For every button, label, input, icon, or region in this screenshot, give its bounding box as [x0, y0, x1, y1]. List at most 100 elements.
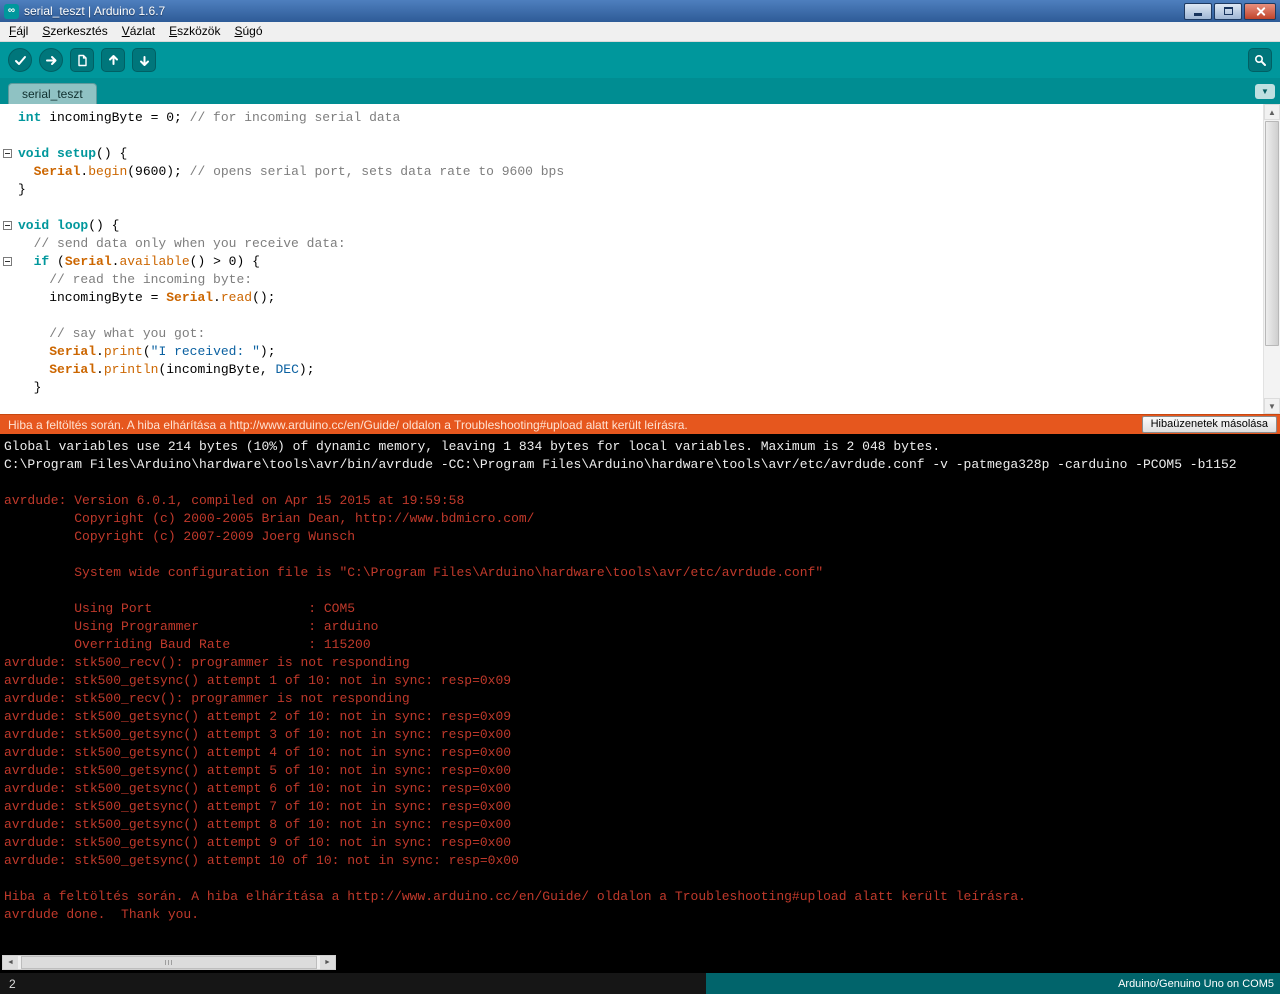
- status-bar: 2 Arduino/Genuino Uno on COM5: [0, 973, 1280, 994]
- code-line: // read the incoming byte:: [0, 271, 1263, 289]
- horizontal-scroll-thumb[interactable]: [21, 956, 317, 969]
- save-button[interactable]: [132, 48, 156, 72]
- console-line: C:\Program Files\Arduino\hardware\tools\…: [4, 457, 1237, 472]
- editor-gutter: [0, 253, 18, 271]
- open-button[interactable]: [101, 48, 125, 72]
- code-line: }: [0, 181, 1263, 199]
- upload-arrow-icon: [45, 55, 56, 65]
- code-line: [0, 307, 1263, 325]
- save-arrow-icon: [139, 55, 149, 66]
- console-line: avrdude: stk500_getsync() attempt 10 of …: [4, 853, 519, 868]
- editor-gutter: [0, 325, 18, 343]
- code-line: [0, 199, 1263, 217]
- editor-gutter: [0, 379, 18, 397]
- maximize-icon: [1223, 7, 1233, 15]
- editor-code-area[interactable]: int incomingByte = 0; // for incoming se…: [0, 104, 1263, 414]
- console-line: avrdude: stk500_getsync() attempt 7 of 1…: [4, 799, 512, 814]
- chevron-down-icon: ▼: [1261, 87, 1269, 96]
- maximize-button[interactable]: [1214, 2, 1242, 20]
- code-editor: int incomingByte = 0; // for incoming se…: [0, 104, 1280, 414]
- scroll-down-button[interactable]: ▼: [1264, 398, 1280, 414]
- scroll-left-button[interactable]: ◄: [3, 956, 18, 969]
- status-line-number: 2: [0, 973, 706, 994]
- minimize-button[interactable]: [1184, 2, 1212, 20]
- console-line: avrdude: stk500_getsync() attempt 3 of 1…: [4, 727, 512, 742]
- console-line: avrdude: stk500_getsync() attempt 4 of 1…: [4, 745, 512, 760]
- fold-marker-icon[interactable]: [3, 257, 12, 266]
- menu-item-sugo[interactable]: Súgó: [227, 22, 269, 41]
- tab-bar: serial_teszt ▼: [0, 78, 1280, 104]
- code-line: void setup() {: [0, 145, 1263, 163]
- fold-marker-icon[interactable]: [3, 221, 12, 230]
- menu-item-eszkozok[interactable]: Eszközök: [162, 22, 227, 41]
- console-line: Copyright (c) 2000-2005 Brian Dean, http…: [4, 511, 535, 526]
- console-line: avrdude done. Thank you.: [4, 907, 200, 922]
- editor-gutter: [0, 181, 18, 199]
- editor-gutter: [0, 307, 18, 325]
- console-line: avrdude: stk500_getsync() attempt 2 of 1…: [4, 709, 512, 724]
- editor-vertical-scrollbar[interactable]: ▲ ▼: [1263, 104, 1280, 414]
- tab-dropdown-button[interactable]: ▼: [1255, 84, 1275, 99]
- check-icon: [14, 55, 26, 65]
- console-line: Global variables use 214 bytes (10%) of …: [4, 439, 941, 454]
- editor-gutter: [0, 343, 18, 361]
- console-line: Copyright (c) 2007-2009 Joerg Wunsch: [4, 529, 356, 544]
- verify-button[interactable]: [8, 48, 32, 72]
- console-output[interactable]: Global variables use 214 bytes (10%) of …: [4, 438, 1276, 924]
- horizontal-scroll-track[interactable]: [18, 956, 320, 969]
- upload-button[interactable]: [39, 48, 63, 72]
- error-message: Hiba a feltöltés során. A hiba elhárítás…: [8, 417, 688, 432]
- code-line: // send data only when you receive data:: [0, 235, 1263, 253]
- editor-gutter: [0, 199, 18, 217]
- console-line: avrdude: Version 6.0.1, compiled on Apr …: [4, 493, 465, 508]
- window-titlebar: ∞ serial_teszt | Arduino 1.6.7: [0, 0, 1280, 22]
- scroll-right-button[interactable]: ►: [320, 956, 335, 969]
- editor-gutter: [0, 235, 18, 253]
- menu-item-fajl[interactable]: Fájl: [2, 22, 35, 41]
- menu-item-vazlat[interactable]: Vázlat: [115, 22, 162, 41]
- scroll-left-icon: ◄: [7, 959, 14, 966]
- serial-monitor-button[interactable]: [1248, 48, 1272, 72]
- arduino-logo-icon: ∞: [4, 3, 19, 19]
- console-horizontal-scrollbar[interactable]: ◄ ►: [2, 955, 336, 970]
- scroll-right-icon: ►: [324, 959, 331, 966]
- magnifier-icon: [1254, 54, 1266, 66]
- close-button[interactable]: [1244, 2, 1276, 20]
- fold-marker-icon[interactable]: [3, 149, 12, 158]
- scroll-up-button[interactable]: ▲: [1264, 104, 1280, 120]
- console-line: System wide configuration file is "C:\Pr…: [4, 565, 824, 580]
- console-line: Using Programmer : arduino: [4, 619, 379, 634]
- code-line: [0, 127, 1263, 145]
- console-line: avrdude: stk500_getsync() attempt 8 of 1…: [4, 817, 512, 832]
- menu-bar: Fájl Szerkesztés Vázlat Eszközök Súgó: [0, 22, 1280, 42]
- window-title: serial_teszt | Arduino 1.6.7: [24, 4, 166, 18]
- editor-gutter: [0, 109, 18, 127]
- console-line: avrdude: stk500_getsync() attempt 1 of 1…: [4, 673, 512, 688]
- copy-error-button[interactable]: Hibaüzenetek másolása: [1141, 416, 1277, 433]
- minimize-icon: [1194, 13, 1202, 16]
- editor-gutter: [0, 145, 18, 163]
- code-line: // say what you got:: [0, 325, 1263, 343]
- code-line: void loop() {: [0, 217, 1263, 235]
- console-line: avrdude: stk500_getsync() attempt 9 of 1…: [4, 835, 512, 850]
- tab-serial-teszt[interactable]: serial_teszt: [8, 83, 97, 104]
- menu-item-szerkesztes[interactable]: Szerkesztés: [35, 22, 114, 41]
- open-arrow-icon: [108, 54, 118, 65]
- editor-gutter: [0, 217, 18, 235]
- vertical-scroll-thumb[interactable]: [1265, 121, 1279, 346]
- console-panel: Global variables use 214 bytes (10%) of …: [0, 434, 1280, 973]
- new-sketch-button[interactable]: [70, 48, 94, 72]
- scroll-up-icon: ▲: [1268, 107, 1276, 117]
- code-line: if (Serial.available() > 0) {: [0, 253, 1263, 271]
- editor-gutter: [0, 289, 18, 307]
- code-line: incomingByte = Serial.read();: [0, 289, 1263, 307]
- console-line: Using Port : COM5: [4, 601, 356, 616]
- code-line: Serial.println(incomingByte, DEC);: [0, 361, 1263, 379]
- console-line: avrdude: stk500_getsync() attempt 6 of 1…: [4, 781, 512, 796]
- editor-gutter: [0, 271, 18, 289]
- window-controls: [1184, 2, 1276, 20]
